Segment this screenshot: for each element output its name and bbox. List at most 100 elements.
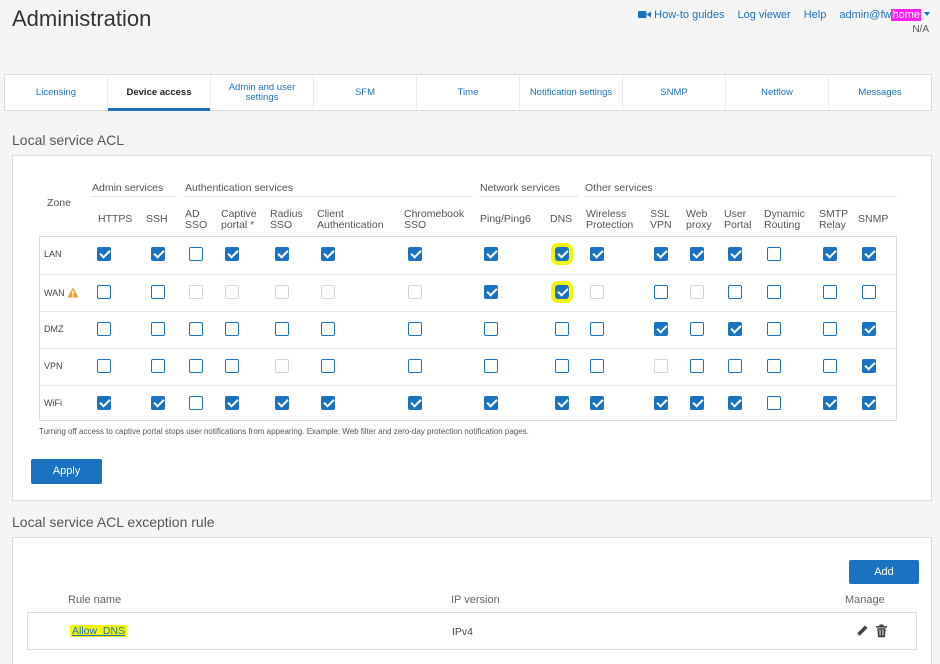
checkbox-lan-ssh[interactable] [151,247,165,261]
checkbox-wifi-snmp[interactable] [862,396,876,410]
checkbox-lan-user-portal[interactable] [728,247,742,261]
checkbox-dmz-wireless-protection[interactable] [590,322,604,336]
group-divider [585,196,897,197]
checkbox-vpn-captive-portal[interactable] [225,359,239,373]
column-header-ssl-vpn: SSL VPN [650,208,672,231]
checkbox-wan-wireless-protection [590,285,604,299]
checkbox-dmz-user-portal[interactable] [728,322,742,336]
checkbox-vpn-dns[interactable] [555,359,569,373]
checkbox-vpn-chromebook-sso[interactable] [408,359,422,373]
checkbox-dmz-radius-sso[interactable] [275,322,289,336]
checkbox-lan-ssl-vpn[interactable] [654,247,668,261]
checkbox-vpn-ssh[interactable] [151,359,165,373]
pencil-icon[interactable] [856,624,869,642]
checkbox-dmz-chromebook-sso[interactable] [408,322,422,336]
tab-snmp[interactable]: SNMP [622,75,725,110]
checkbox-dmz-ad-sso[interactable] [189,322,203,336]
tab-messages[interactable]: Messages [828,75,931,110]
column-header-snmp: SNMP [858,213,889,225]
checkbox-wan-ssh[interactable] [151,285,165,299]
checkbox-wifi-captive-portal[interactable] [225,396,239,410]
checkbox-lan-smtp-relay[interactable] [823,247,837,261]
checkbox-lan-dns[interactable] [555,247,569,261]
add-button[interactable]: Add [849,560,919,584]
checkbox-wan-ssl-vpn[interactable] [654,285,668,299]
checkbox-vpn-smtp-relay[interactable] [823,359,837,373]
checkbox-wifi-client-authentication[interactable] [321,396,335,410]
checkbox-lan-web-proxy[interactable] [690,247,704,261]
checkbox-dmz-https[interactable] [97,322,111,336]
checkbox-vpn-user-portal[interactable] [728,359,742,373]
apply-button[interactable]: Apply [31,459,102,484]
checkbox-dmz-dynamic-routing[interactable] [767,322,781,336]
checkbox-wan-user-portal[interactable] [728,285,742,299]
tab-device-access[interactable]: Device access [107,75,210,111]
user-name-highlight: home [891,9,921,21]
checkbox-wifi-dynamic-routing[interactable] [767,396,781,410]
checkbox-dmz-ssh[interactable] [151,322,165,336]
checkbox-lan-snmp[interactable] [862,247,876,261]
log-viewer-link[interactable]: Log viewer [738,9,791,21]
trash-icon[interactable] [875,624,888,643]
checkbox-vpn-dynamic-routing[interactable] [767,359,781,373]
checkbox-wifi-chromebook-sso[interactable] [408,396,422,410]
checkbox-vpn-wireless-protection[interactable] [590,359,604,373]
checkbox-lan-chromebook-sso[interactable] [408,247,422,261]
checkbox-wan-dns[interactable] [555,285,569,299]
checkbox-wifi-wireless-protection[interactable] [590,396,604,410]
checkbox-wifi-smtp-relay[interactable] [823,396,837,410]
checkbox-wan-ping-ping6[interactable] [484,285,498,299]
checkbox-dmz-dns[interactable] [555,322,569,336]
tab-netflow[interactable]: Netflow [725,75,828,110]
checkbox-wifi-dns[interactable] [555,396,569,410]
checkbox-dmz-snmp[interactable] [862,322,876,336]
tab-time[interactable]: Time [416,75,519,110]
checkbox-vpn-https[interactable] [97,359,111,373]
checkbox-wifi-radius-sso[interactable] [275,396,289,410]
checkbox-wifi-user-portal[interactable] [728,396,742,410]
checkbox-wifi-web-proxy[interactable] [690,396,704,410]
checkbox-lan-radius-sso[interactable] [275,247,289,261]
group-authentication-services: Authentication services [185,182,293,194]
checkbox-wan-snmp[interactable] [862,285,876,299]
checkbox-dmz-smtp-relay[interactable] [823,322,837,336]
tab-licensing[interactable]: Licensing [5,75,107,110]
howto-link[interactable]: How-to guides [638,9,725,21]
checkbox-dmz-ssl-vpn[interactable] [654,322,668,336]
checkbox-vpn-snmp[interactable] [862,359,876,373]
checkbox-wan-https[interactable] [97,285,111,299]
column-header-smtp-relay: SMTP Relay [819,208,849,231]
column-header-ad-sso: AD SSO [185,208,208,231]
checkbox-lan-captive-portal[interactable] [225,247,239,261]
checkbox-lan-wireless-protection[interactable] [590,247,604,261]
checkbox-lan-ad-sso[interactable] [189,247,203,261]
checkbox-dmz-captive-portal[interactable] [225,322,239,336]
checkbox-wifi-ping-ping6[interactable] [484,396,498,410]
checkbox-wan-smtp-relay[interactable] [823,285,837,299]
checkbox-wifi-https[interactable] [97,396,111,410]
checkbox-lan-dynamic-routing[interactable] [767,247,781,261]
checkbox-lan-https[interactable] [97,247,111,261]
checkbox-wifi-ssh[interactable] [151,396,165,410]
checkbox-dmz-ping-ping6[interactable] [484,322,498,336]
rule-name-link[interactable]: Allow_DNS [70,625,128,637]
checkbox-wifi-ssl-vpn[interactable] [654,396,668,410]
help-link[interactable]: Help [804,9,827,21]
checkbox-lan-client-authentication[interactable] [321,247,335,261]
zone-label: DMZ [44,324,64,334]
checkbox-dmz-web-proxy[interactable] [690,322,704,336]
checkbox-vpn-client-authentication[interactable] [321,359,335,373]
checkbox-vpn-ping-ping6[interactable] [484,359,498,373]
tab-sfm[interactable]: SFM [313,75,416,110]
checkbox-vpn-ad-sso[interactable] [189,359,203,373]
user-menu[interactable]: admin@fwhome [839,9,930,21]
tab-admin-user-settings[interactable]: Admin and user settings [210,75,313,110]
ip-version-header: IP version [451,594,500,606]
group-other-services: Other services [585,182,653,194]
checkbox-dmz-client-authentication[interactable] [321,322,335,336]
tab-notification-settings[interactable]: Notification settings [519,75,622,110]
checkbox-wan-dynamic-routing[interactable] [767,285,781,299]
checkbox-vpn-web-proxy[interactable] [690,359,704,373]
checkbox-wifi-ad-sso[interactable] [189,396,203,410]
checkbox-lan-ping-ping6[interactable] [484,247,498,261]
